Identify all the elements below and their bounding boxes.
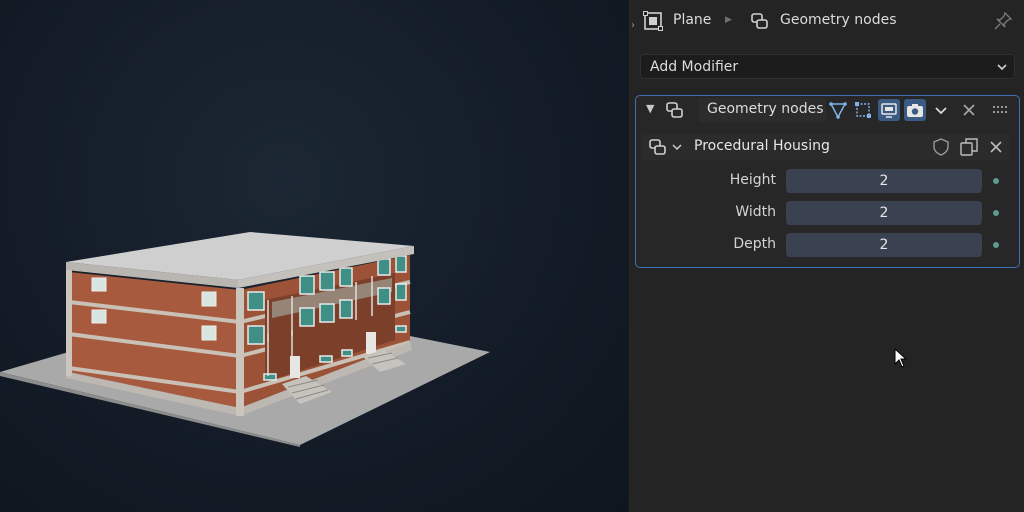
height-socket-dot[interactable] <box>993 178 999 184</box>
properties-panel: › Plane ▶ Geometry nodes Add Modifier ▼ <box>628 0 1024 512</box>
unlink-close-icon[interactable] <box>987 138 1005 156</box>
chevron-down-icon <box>997 64 1007 71</box>
geometry-nodes-icon <box>751 13 768 29</box>
edit-mode-icon <box>829 102 847 119</box>
3d-viewport[interactable] <box>0 0 628 512</box>
breadcrumb-separator-icon: ▶ <box>725 15 732 25</box>
width-label: Width <box>735 204 776 220</box>
modifier-options-dropdown[interactable] <box>930 99 952 121</box>
monitor-icon <box>881 103 897 118</box>
render-toggle[interactable] <box>904 99 926 121</box>
fake-user-shield-icon[interactable] <box>931 137 951 157</box>
modifier-type-icon <box>666 102 683 118</box>
depth-socket-dot[interactable] <box>993 242 999 248</box>
add-modifier-dropdown[interactable]: Add Modifier <box>640 54 1015 79</box>
node-tree-icon[interactable] <box>648 137 684 157</box>
drag-handle-icon[interactable] <box>993 105 1009 115</box>
collapse-triangle-icon[interactable]: ▼ <box>646 102 654 115</box>
duplicate-icon[interactable] <box>959 137 979 157</box>
modifier-breadcrumb-name: Geometry nodes <box>780 12 897 28</box>
edit-mode-toggle[interactable] <box>827 99 849 121</box>
remove-modifier-icon[interactable] <box>960 101 978 119</box>
height-input[interactable]: 2 <box>786 169 982 193</box>
geometry-nodes-modifier-panel: ▼ Geometry nodes Procedural Housing Heig… <box>635 95 1020 268</box>
mouse-cursor-icon <box>894 348 908 368</box>
expand-arrow-icon[interactable]: › <box>631 20 635 31</box>
pin-icon[interactable] <box>993 11 1013 31</box>
node-group-name: Procedural Housing <box>694 138 830 154</box>
modifier-name-field[interactable]: Geometry nodes <box>698 98 826 122</box>
object-icon <box>643 11 663 31</box>
width-socket-dot[interactable] <box>993 210 999 216</box>
object-name: Plane <box>673 12 712 28</box>
breadcrumb: › Plane ▶ Geometry nodes <box>629 0 1024 42</box>
modifier-header: ▼ Geometry nodes <box>636 96 1019 124</box>
cage-toggle[interactable] <box>852 99 874 121</box>
node-group-selector[interactable]: Procedural Housing <box>642 134 1010 160</box>
chevron-down-icon <box>935 107 947 115</box>
height-label: Height <box>729 172 776 188</box>
on-cage-icon <box>855 102 871 118</box>
realtime-display-toggle[interactable] <box>878 99 900 121</box>
depth-label: Depth <box>733 236 776 252</box>
width-input[interactable]: 2 <box>786 201 982 225</box>
add-modifier-label: Add Modifier <box>650 59 739 75</box>
camera-icon <box>907 104 923 117</box>
depth-input[interactable]: 2 <box>786 233 982 257</box>
building-render <box>0 232 490 447</box>
modifier-name-text: Geometry nodes <box>707 101 824 117</box>
